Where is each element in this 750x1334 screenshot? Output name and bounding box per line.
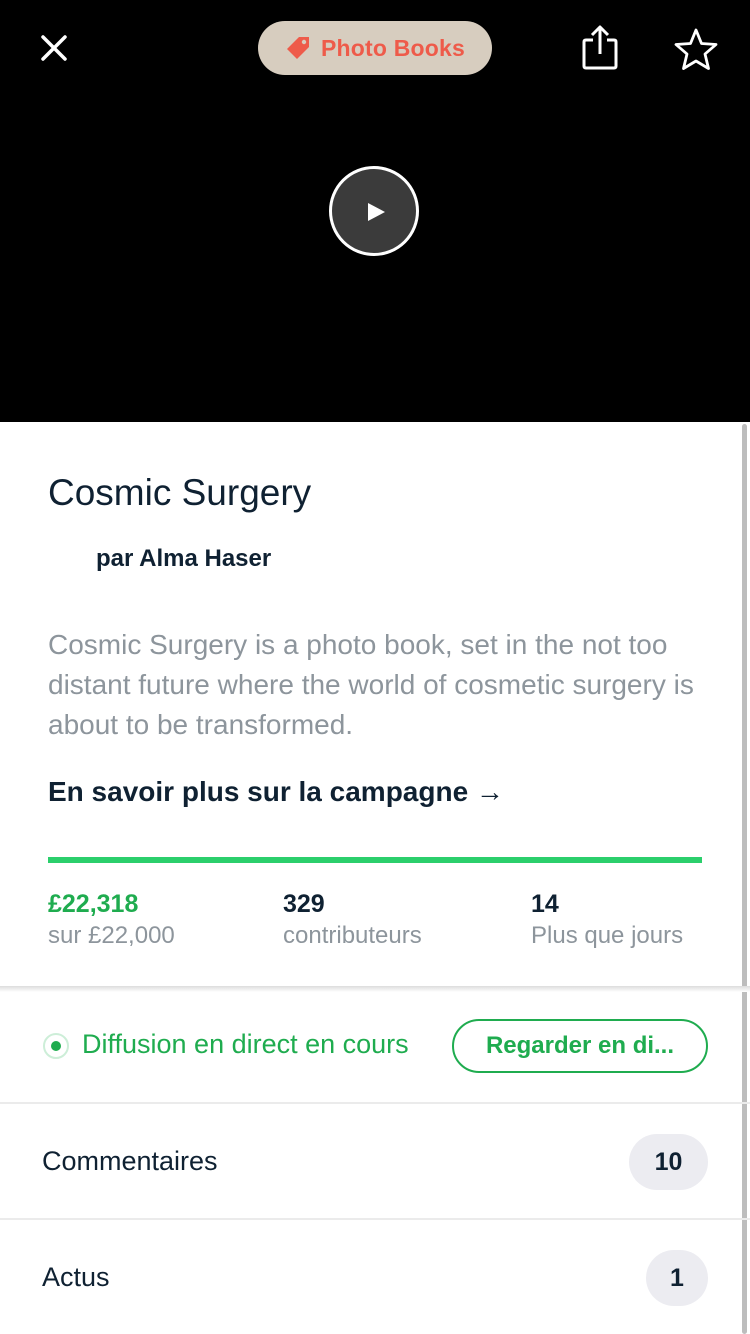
live-dot [51,1041,61,1051]
favorite-button[interactable] [672,26,720,74]
tag-icon [286,37,309,59]
backers-label: contributeurs [283,922,422,949]
project-title: Cosmic Surgery [48,472,312,513]
updates-label: Actus [42,1262,110,1292]
watch-live-button[interactable]: Regarder en di... [452,1019,708,1073]
pledged-amount: £22,318 [48,890,139,918]
play-icon [368,203,385,221]
days-label: Plus que jours [531,922,684,949]
updates-count-badge: 1 [646,1250,708,1306]
goal-amount: sur £22,000 [48,922,175,949]
close-icon [41,35,67,61]
project-author[interactable]: par Alma Haser [96,545,271,573]
project-blurb: Cosmic Surgery is a photo book, set in t… [48,629,694,740]
video-player[interactable]: Photo Books [0,0,750,422]
category-tag-label: Photo Books [320,34,466,61]
star-icon [674,28,718,70]
live-stream-row: Diffusion en direct en cours Regarder en… [0,996,750,1100]
backers-count: 329 [283,890,325,918]
comments-count-badge: 10 [629,1134,708,1190]
live-indicator-icon [43,1033,69,1059]
play-button[interactable] [329,166,419,256]
share-button[interactable] [578,24,622,72]
share-icon [582,25,618,70]
days-count: 14 [531,890,559,918]
funding-progress-fill [48,857,702,863]
comments-row[interactable]: Commentaires 10 [0,1104,750,1218]
backers-stat: 329 contributeurs [283,888,422,952]
live-status-text: Diffusion en direct en cours [82,1029,409,1059]
close-button[interactable] [34,28,74,68]
section-separator [0,986,750,992]
pledged-stat: £22,318 sur £22,000 [48,888,175,952]
funding-progress-bar [48,857,702,863]
comments-label: Commentaires [42,1146,218,1176]
category-tag[interactable]: Photo Books [258,21,492,75]
updates-row[interactable]: Actus 1 [0,1220,750,1334]
learn-more-link[interactable]: En savoir plus sur la campagne → [48,776,504,808]
days-stat: 14 Plus que jours [531,888,683,952]
